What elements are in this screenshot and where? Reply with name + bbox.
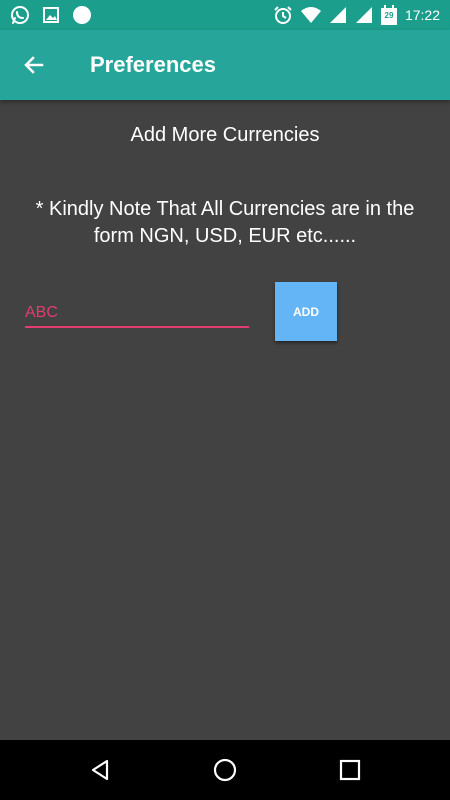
status-icons-right: 29 17:22 (273, 4, 440, 26)
page-title: Preferences (90, 52, 216, 77)
nav-recents-button[interactable] (335, 755, 365, 785)
status-icons-left (10, 4, 92, 26)
whatsapp-icon (10, 5, 30, 25)
arrow-left-icon (24, 56, 44, 74)
recents-square-icon (339, 759, 361, 781)
nav-home-button[interactable] (210, 755, 240, 785)
wifi-icon (300, 6, 321, 24)
nav-back-button[interactable] (85, 755, 115, 785)
alarm-icon (273, 5, 293, 25)
home-circle-icon (213, 758, 237, 782)
signal-icon (355, 6, 373, 24)
status-bar: 29 17:22 (0, 0, 450, 30)
currency-format-note: * Kindly Note That All Currencies are in… (35, 198, 415, 247)
main-content: Add More Currencies * Kindly Note That A… (0, 100, 450, 740)
circle-icon (72, 5, 92, 25)
app-bar: Preferences (0, 30, 450, 100)
calendar-icon: 29 (380, 5, 397, 25)
back-button[interactable] (16, 47, 52, 83)
image-icon (42, 6, 60, 24)
section-heading: Add More Currencies (130, 124, 320, 146)
navigation-bar (0, 740, 450, 800)
add-button[interactable]: ADD (275, 282, 337, 341)
signal-icon (329, 6, 347, 24)
calendar-day: 29 (384, 11, 394, 20)
status-time: 17:22 (404, 7, 440, 23)
back-triangle-icon (91, 759, 109, 781)
currency-input[interactable] (25, 300, 249, 328)
